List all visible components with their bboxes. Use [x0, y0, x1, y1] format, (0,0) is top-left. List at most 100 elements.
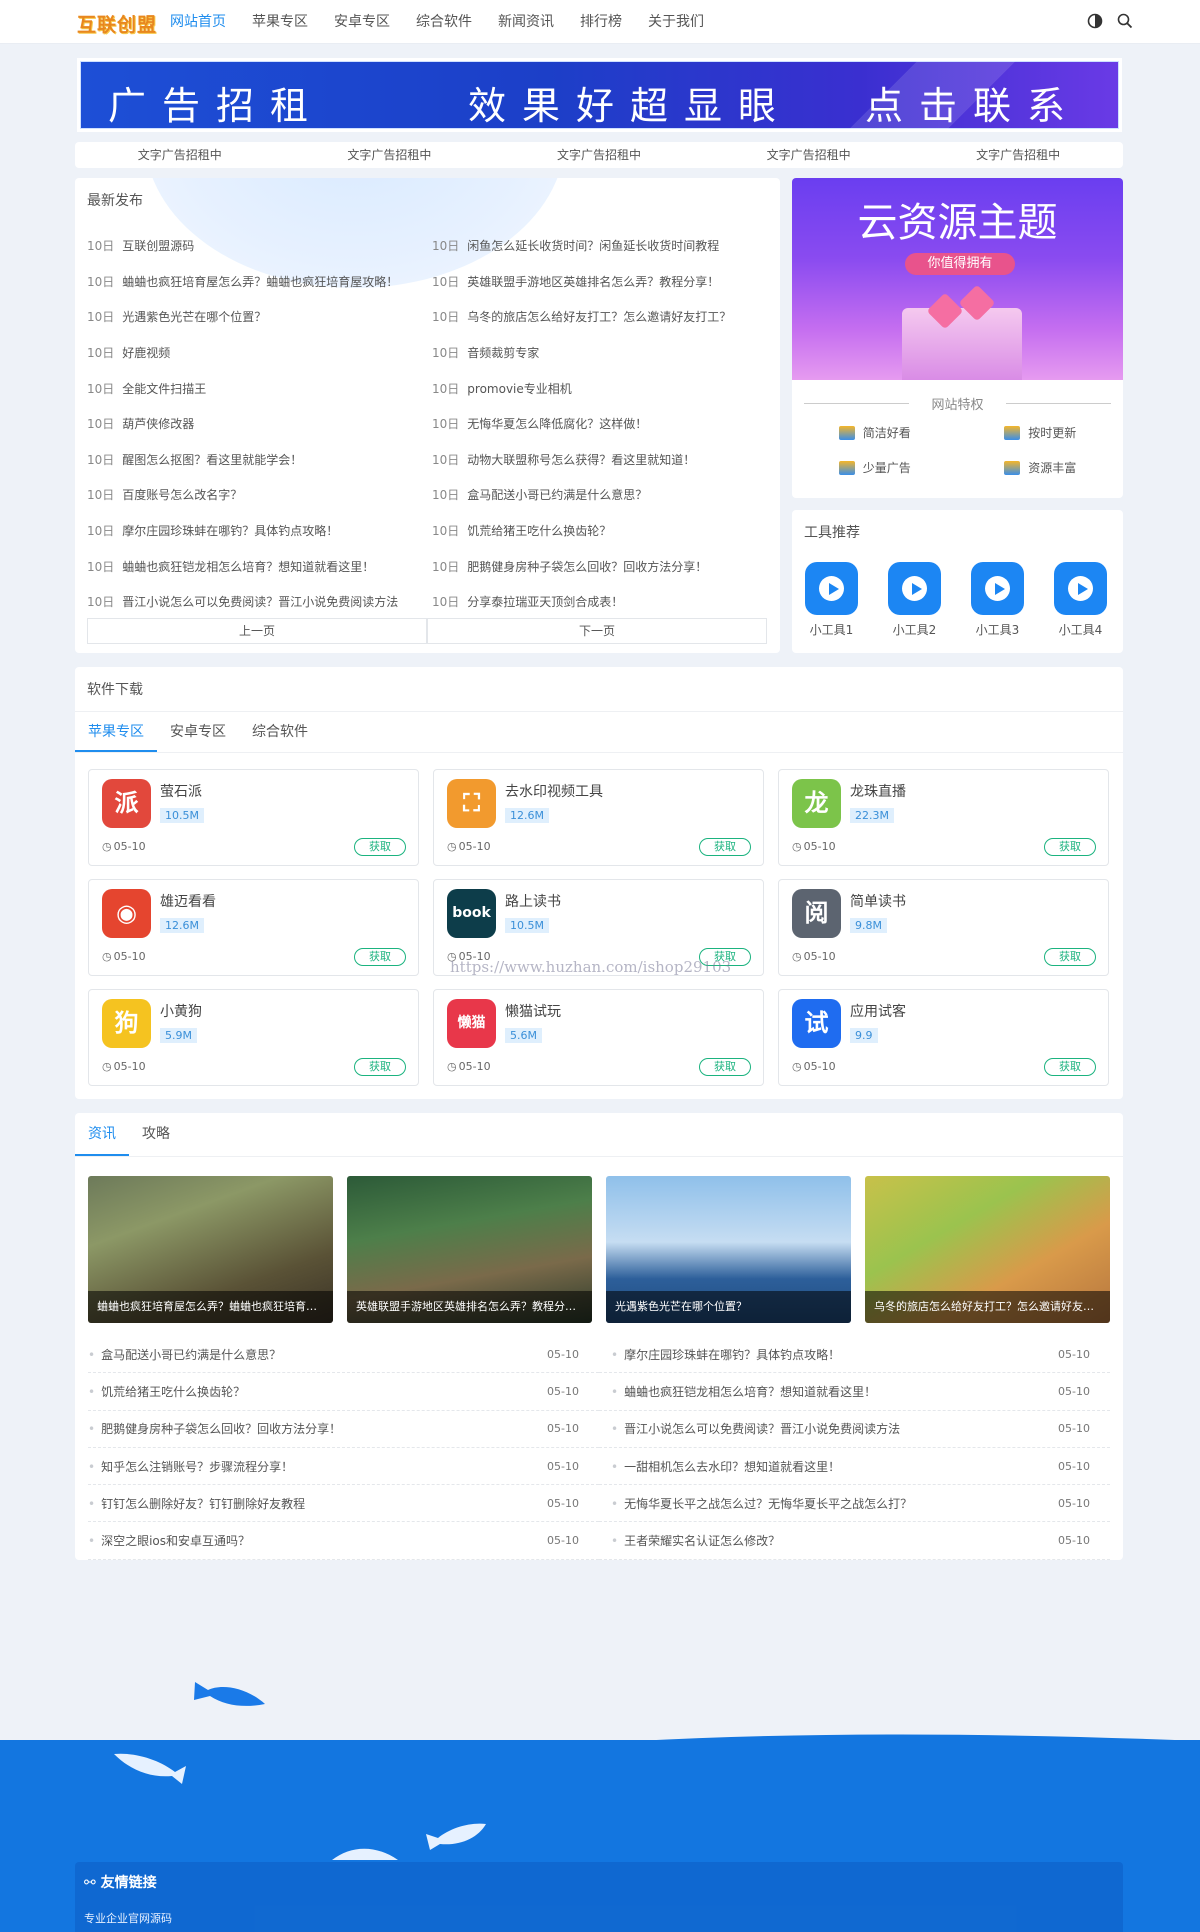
get-button[interactable]: 获取: [1044, 1058, 1096, 1076]
app-card[interactable]: 阅简单读书 9.8M 05-10 获取: [778, 879, 1109, 976]
latest-item[interactable]: 10日 饥荒给猪王吃什么换齿轮？: [432, 522, 777, 539]
nav-about[interactable]: 关于我们: [648, 0, 704, 44]
app-name[interactable]: 去水印视频工具: [505, 781, 603, 801]
get-button[interactable]: 获取: [354, 948, 406, 966]
app-name[interactable]: 小黄狗: [160, 1001, 202, 1021]
site-logo[interactable]: 互联创盟: [77, 10, 157, 37]
latest-item[interactable]: 10日 英雄联盟手游地区英雄排名怎么弄？教程分享！: [432, 273, 777, 290]
featured-news: 蛐蛐也疯狂培育屋怎么弄？蛐蛐也疯狂培育屋攻略！ 英雄联盟手游地区英雄排名怎么弄？…: [88, 1176, 1110, 1323]
tab-apple[interactable]: 苹果专区: [75, 712, 157, 752]
news-item[interactable]: 深空之眼ios和安卓互通吗？ 05-10: [88, 1522, 599, 1560]
get-button[interactable]: 获取: [699, 1058, 751, 1076]
get-button[interactable]: 获取: [699, 838, 751, 856]
latest-item[interactable]: 10日 百度账号怎么改名字？: [87, 486, 432, 503]
latest-item[interactable]: 10日 全能文件扫描王: [87, 380, 432, 397]
latest-item[interactable]: 10日 音频裁剪专家: [432, 344, 777, 361]
latest-item[interactable]: 10日 互联创盟源码: [87, 237, 432, 254]
app-name[interactable]: 萤石派: [160, 781, 202, 801]
latest-item[interactable]: 10日 光遇紫色光芒在哪个位置？: [87, 308, 432, 325]
text-ad[interactable]: 文字广告招租中: [494, 142, 704, 168]
app-card[interactable]: 龙龙珠直播 22.3M 05-10 获取: [778, 769, 1109, 866]
news-item[interactable]: 饥荒给猪王吃什么换齿轮？ 05-10: [88, 1373, 599, 1411]
app-name[interactable]: 简单读书: [850, 891, 906, 911]
search-icon[interactable]: [1116, 12, 1134, 30]
latest-item[interactable]: 10日 蛐蛐也疯狂培育屋怎么弄？蛐蛐也疯狂培育屋攻略！: [87, 273, 432, 290]
news-item[interactable]: 蛐蛐也疯狂铠龙相怎么培育？想知道就看这里！ 05-10: [599, 1373, 1110, 1411]
latest-item[interactable]: 10日 无悔华夏怎么降低腐化？这样做！: [432, 415, 777, 432]
app-name[interactable]: 懒猫试玩: [505, 1001, 561, 1021]
news-item[interactable]: 摩尔庄园珍珠蚌在哪钓？具体钓点攻略！ 05-10: [599, 1336, 1110, 1374]
app-card[interactable]: 试应用试客 9.9 05-10 获取: [778, 989, 1109, 1086]
news-item[interactable]: 王者荣耀实名认证怎么修改？ 05-10: [599, 1522, 1110, 1560]
item-title: 摩尔庄园珍珠蚌在哪钓？具体钓点攻略！: [122, 524, 339, 539]
latest-item[interactable]: 10日 摩尔庄园珍珠蚌在哪钓？具体钓点攻略！: [87, 522, 432, 539]
latest-item[interactable]: 10日 好鹿视频: [87, 344, 432, 361]
latest-item[interactable]: 10日 蛐蛐也疯狂铠龙相怎么培育？想知道就看这里！: [87, 558, 432, 575]
text-ad[interactable]: 文字广告招租中: [913, 142, 1123, 168]
app-card[interactable]: 狗小黄狗 5.9M 05-10 获取: [88, 989, 419, 1086]
latest-item[interactable]: 10日 晋江小说怎么可以免费阅读？晋江小说免费阅读方法: [87, 593, 432, 610]
news-date: 05-10: [1058, 1496, 1090, 1510]
nav-software[interactable]: 综合软件: [416, 0, 472, 44]
get-button[interactable]: 获取: [354, 1058, 406, 1076]
item-title: 醒图怎么抠图？看这里就能学会！: [122, 452, 303, 467]
app-name[interactable]: 雄迈看看: [160, 891, 216, 911]
app-name[interactable]: 路上读书: [505, 891, 561, 911]
latest-item[interactable]: 10日 动物大联盟称号怎么获得？看这里就知道！: [432, 451, 777, 468]
text-ad[interactable]: 文字广告招租中: [704, 142, 914, 168]
latest-item[interactable]: 10日 盒马配送小哥已约满是什么意思？: [432, 486, 777, 503]
features-grid: 简洁好看 按时更新 少量广告 资源丰富: [792, 424, 1123, 476]
news-item[interactable]: 盒马配送小哥已约满是什么意思？ 05-10: [88, 1336, 599, 1374]
promo-image[interactable]: 云资源主题 你值得拥有: [792, 178, 1123, 380]
get-button[interactable]: 获取: [354, 838, 406, 856]
tool-item[interactable]: 小工具3: [971, 562, 1024, 638]
nav-home[interactable]: 网站首页: [170, 0, 226, 44]
tab-news[interactable]: 资讯: [75, 1113, 129, 1156]
news-item[interactable]: 钉钉怎么删除好友？钉钉删除好友教程 05-10: [88, 1485, 599, 1523]
latest-item[interactable]: 10日 醒图怎么抠图？看这里就能学会！: [87, 451, 432, 468]
featured-news-card[interactable]: 光遇紫色光芒在哪个位置？: [606, 1176, 851, 1323]
tool-item[interactable]: 小工具1: [805, 562, 858, 638]
get-button[interactable]: 获取: [1044, 948, 1096, 966]
latest-item[interactable]: 10日 分享泰拉瑞亚天顶剑合成表！: [432, 593, 777, 610]
tab-software[interactable]: 综合软件: [239, 712, 321, 752]
news-item[interactable]: 晋江小说怎么可以免费阅读？晋江小说免费阅读方法 05-10: [599, 1411, 1110, 1448]
featured-news-card[interactable]: 蛐蛐也疯狂培育屋怎么弄？蛐蛐也疯狂培育屋攻略！: [88, 1176, 333, 1323]
news-item[interactable]: 无悔华夏长平之战怎么过？无悔华夏长平之战怎么打？ 05-10: [599, 1485, 1110, 1523]
app-name[interactable]: 应用试客: [850, 1001, 906, 1021]
news-item[interactable]: 一甜相机怎么去水印？想知道就看这里！ 05-10: [599, 1448, 1110, 1486]
news-item[interactable]: 肥鹅健身房种子袋怎么回收？回收方法分享！ 05-10: [88, 1411, 599, 1448]
nav-android[interactable]: 安卓专区: [334, 0, 390, 44]
theme-toggle-icon[interactable]: [1086, 12, 1104, 30]
featured-news-card[interactable]: 英雄联盟手游地区英雄排名怎么弄？教程分享！: [347, 1176, 592, 1323]
tool-item[interactable]: 小工具4: [1054, 562, 1107, 638]
news-item[interactable]: 知乎怎么注销账号？步骤流程分享！ 05-10: [88, 1448, 599, 1486]
app-card[interactable]: ◉ 雄迈看看 12.6M 05-10 获取: [88, 879, 419, 976]
featured-news-card[interactable]: 乌冬的旅店怎么给好友打工？怎么邀请好友打工？: [865, 1176, 1110, 1323]
text-ad[interactable]: 文字广告招租中: [75, 142, 285, 168]
app-card[interactable]: 派萤石派 10.5M 05-10 获取: [88, 769, 419, 866]
nav-news[interactable]: 新闻资讯: [498, 0, 554, 44]
prev-page-button[interactable]: 上一页: [87, 618, 427, 644]
latest-item[interactable]: 10日 闲鱼怎么延长收货时间？闲鱼延长收货时间教程: [432, 237, 777, 254]
latest-item[interactable]: 10日 乌冬的旅店怎么给好友打工？怎么邀请好友打工？: [432, 308, 777, 325]
nav-ranking[interactable]: 排行榜: [580, 0, 622, 44]
app-card[interactable]: ⛶ 去水印视频工具 12.6M 05-10 获取: [433, 769, 764, 866]
text-ad[interactable]: 文字广告招租中: [285, 142, 495, 168]
get-button[interactable]: 获取: [1044, 838, 1096, 856]
tab-guides[interactable]: 攻略: [129, 1113, 183, 1156]
latest-item[interactable]: 10日 葫芦侠修改器: [87, 415, 432, 432]
next-page-button[interactable]: 下一页: [427, 618, 767, 644]
friendly-links: ⚯ 友情链接 专业企业官网源码: [75, 1862, 1123, 1932]
nav-apple[interactable]: 苹果专区: [252, 0, 308, 44]
tab-android[interactable]: 安卓专区: [157, 712, 239, 752]
friend-link[interactable]: 专业企业官网源码: [84, 1910, 172, 1926]
app-card[interactable]: 懒猫懒猫试玩 5.6M 05-10 获取: [433, 989, 764, 1086]
ad-banner[interactable]: 广告招租 效果好超显眼 点击联系: [77, 58, 1122, 132]
app-name[interactable]: 龙珠直播: [850, 781, 906, 801]
latest-item[interactable]: 10日 肥鹅健身房种子袋怎么回收？回收方法分享！: [432, 558, 777, 575]
tool-item[interactable]: 小工具2: [888, 562, 941, 638]
latest-item[interactable]: 10日 promovie专业相机: [432, 380, 777, 397]
latest-row: 10日 百度账号怎么改名字？ 10日 盒马配送小哥已约满是什么意思？: [87, 477, 777, 513]
app-icon: 狗: [102, 999, 151, 1048]
